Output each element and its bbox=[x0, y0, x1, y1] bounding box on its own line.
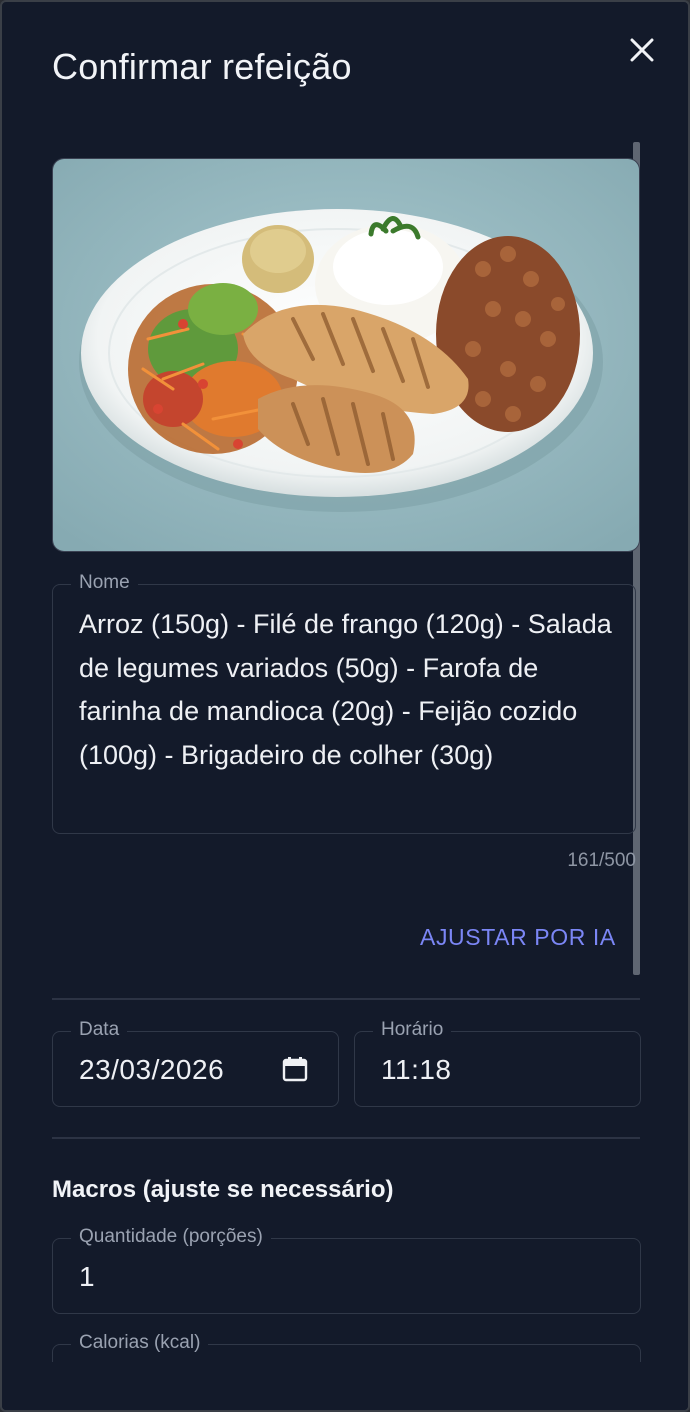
dialog-title: Confirmar refeição bbox=[52, 46, 352, 87]
close-icon bbox=[630, 38, 654, 62]
time-input[interactable]: 11:18 bbox=[381, 1054, 452, 1086]
divider bbox=[52, 1137, 640, 1139]
calories-label: Calorias (kcal) bbox=[71, 1332, 209, 1354]
meal-photo bbox=[52, 158, 640, 552]
adjust-by-ai-button[interactable]: AJUSTAR POR IA bbox=[420, 924, 616, 951]
time-field[interactable]: Horário 11:18 bbox=[354, 1019, 641, 1107]
meal-name-label: Nome bbox=[71, 572, 138, 594]
close-button[interactable] bbox=[622, 30, 662, 70]
confirm-meal-dialog: Confirmar refeição Nome Arroz (150g) - F… bbox=[0, 0, 690, 1412]
scroll-fade bbox=[2, 1362, 688, 1410]
quantity-label: Quantidade (porções) bbox=[71, 1226, 271, 1248]
meal-name-textarea[interactable]: Arroz (150g) - Filé de frango (120g) - S… bbox=[79, 603, 619, 777]
macros-section-title: Macros (ajuste se necessário) bbox=[52, 1176, 394, 1203]
divider bbox=[52, 998, 640, 1000]
character-counter: 161/500 bbox=[567, 850, 636, 871]
quantity-input[interactable]: 1 bbox=[79, 1261, 95, 1293]
date-input[interactable]: 23/03/2026 bbox=[79, 1054, 224, 1086]
date-label: Data bbox=[71, 1019, 128, 1041]
date-field[interactable]: Data 23/03/2026 bbox=[52, 1019, 339, 1107]
quantity-field[interactable]: Quantidade (porções) 1 bbox=[52, 1226, 641, 1314]
meal-name-field[interactable]: Nome Arroz (150g) - Filé de frango (120g… bbox=[52, 572, 636, 834]
time-label: Horário bbox=[373, 1019, 452, 1041]
calendar-icon[interactable] bbox=[282, 1056, 308, 1082]
